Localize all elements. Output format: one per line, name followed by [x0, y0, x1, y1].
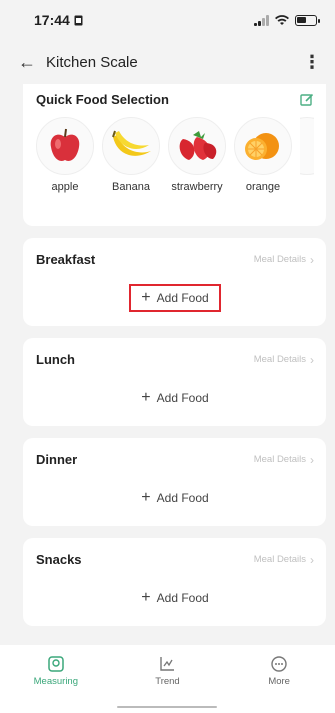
trend-icon: [160, 657, 175, 671]
chevron-right-icon: ›: [310, 452, 314, 467]
home-indicator: [117, 706, 217, 708]
add-food-button[interactable]: + Add Food: [129, 584, 220, 612]
food-apple[interactable]: apple: [36, 117, 94, 194]
battery-icon: [295, 14, 320, 26]
back-arrow-icon[interactable]: ←: [18, 53, 36, 71]
food-partial[interactable]: [300, 117, 314, 194]
bottom-tab-bar: Measuring Trend More: [0, 645, 335, 713]
tab-more[interactable]: More: [244, 655, 314, 713]
meal-card-breakfast: Breakfast Meal Details › + Add Food: [23, 238, 326, 326]
meal-title: Lunch: [36, 352, 75, 367]
meal-title: Breakfast: [36, 252, 96, 267]
apple-icon: [50, 128, 80, 161]
chevron-right-icon: ›: [310, 552, 314, 567]
meal-details-link[interactable]: Meal Details ›: [254, 453, 314, 467]
strawberry-icon: [179, 131, 217, 160]
page-title: Kitchen Scale: [46, 53, 138, 71]
more-vertical-icon[interactable]: ⋮: [303, 53, 321, 71]
chevron-right-icon: ›: [310, 352, 314, 367]
add-food-button[interactable]: + Add Food: [129, 384, 220, 412]
meal-card-dinner: Dinner Meal Details › + Add Food: [23, 438, 326, 526]
meal-details-link[interactable]: Meal Details ›: [254, 553, 314, 567]
chevron-right-icon: ›: [310, 252, 314, 267]
food-orange[interactable]: orange: [234, 117, 292, 194]
tab-measuring[interactable]: Measuring: [21, 655, 91, 713]
banana-icon: [112, 130, 151, 156]
nav-bar: ← Kitchen Scale ⋮: [0, 40, 335, 84]
quick-food-title: Quick Food Selection: [36, 92, 169, 107]
quick-food-card: Quick Food Selection apple Banana strawb…: [23, 84, 326, 226]
plus-icon: +: [141, 489, 151, 506]
plus-icon: +: [141, 589, 151, 606]
more-circle-icon: [271, 656, 287, 672]
wifi-icon: [275, 14, 289, 25]
sim-icon: [74, 15, 83, 25]
orange-icon: [245, 133, 279, 160]
food-banana[interactable]: Banana: [102, 117, 160, 194]
scale-icon: [48, 656, 64, 672]
tab-trend[interactable]: Trend: [132, 655, 202, 713]
meal-card-snacks: Snacks Meal Details › + Add Food: [23, 538, 326, 626]
meal-card-lunch: Lunch Meal Details › + Add Food: [23, 338, 326, 426]
status-time: 17:44: [34, 12, 70, 28]
meal-title: Snacks: [36, 552, 82, 567]
plus-icon: +: [141, 289, 151, 306]
status-bar: 17:44: [0, 0, 335, 40]
food-strawberry[interactable]: strawberry: [168, 117, 226, 194]
signal-icon: [254, 14, 269, 26]
plus-icon: +: [141, 389, 151, 406]
meal-details-link[interactable]: Meal Details ›: [254, 253, 314, 267]
add-food-button[interactable]: + Add Food: [129, 284, 221, 312]
edit-icon[interactable]: [300, 93, 314, 107]
meal-title: Dinner: [36, 452, 78, 467]
meal-details-link[interactable]: Meal Details ›: [254, 353, 314, 367]
add-food-button[interactable]: + Add Food: [129, 484, 220, 512]
